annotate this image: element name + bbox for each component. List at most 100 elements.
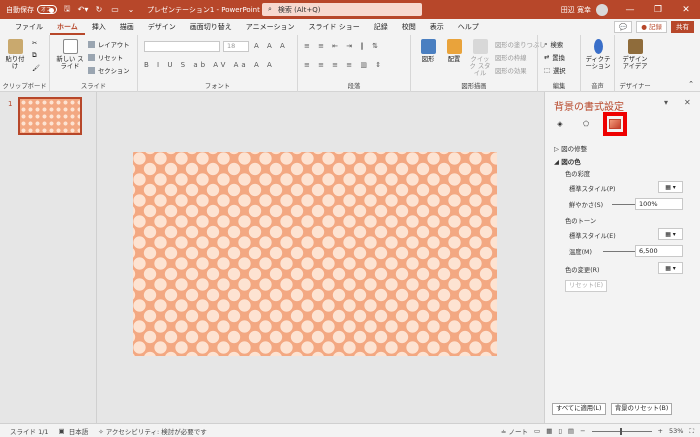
- design-ideas-button[interactable]: デザイン アイデア: [619, 39, 651, 70]
- font-size-buttons[interactable]: A A A: [254, 42, 288, 50]
- autosave-toggle[interactable]: 自動保存 オフ: [6, 5, 57, 15]
- temperature-slider[interactable]: [603, 251, 638, 252]
- picture-correction-section[interactable]: ▷ 図の修整: [554, 143, 587, 153]
- accessibility-icon: ✧: [98, 427, 106, 436]
- arrange-button[interactable]: 配置: [443, 39, 465, 63]
- tab-3[interactable]: 描画: [113, 19, 141, 35]
- apply-to-all-button[interactable]: すべてに適用(L): [552, 403, 606, 415]
- reset-background-button[interactable]: 背景のリセット(B): [611, 403, 673, 415]
- microphone-icon: [593, 39, 603, 54]
- reading-view-icon[interactable]: ▯: [558, 427, 562, 435]
- zoom-in-icon[interactable]: +: [658, 427, 663, 435]
- group-label: デザイナー: [619, 83, 651, 90]
- vividness-input[interactable]: 100%: [635, 198, 683, 210]
- arrange-icon: [446, 39, 462, 54]
- font-format-buttons[interactable]: B I U S ab AV Aa A A: [144, 61, 275, 69]
- picture-color-section[interactable]: ◢ 図の色: [554, 156, 581, 166]
- collapse-ribbon-icon[interactable]: ⌃: [688, 80, 694, 88]
- menu-right-controls: 💬 ● 記録 共有: [614, 21, 694, 33]
- tab-8[interactable]: 記録: [367, 19, 395, 35]
- zoom-level[interactable]: 53%: [669, 427, 683, 435]
- comments-button[interactable]: 💬: [614, 21, 633, 33]
- recolor-dropdown[interactable]: ▦ ▾: [658, 262, 683, 274]
- saturation-preset-dropdown[interactable]: ▦ ▾: [658, 181, 683, 193]
- pane-options-icon[interactable]: ▾: [664, 98, 668, 107]
- shape-outline-button[interactable]: 図形の枠線: [495, 53, 526, 62]
- shape-effects-button[interactable]: 図形の効果: [495, 66, 526, 75]
- slide-sorter-icon[interactable]: ▦: [546, 427, 552, 435]
- saturation-label: 色の彩度: [565, 171, 591, 178]
- section-button[interactable]: セクション: [88, 66, 129, 75]
- group-clipboard: 貼り付け ✂ ⧉ 🖌 クリップボード: [0, 35, 50, 92]
- effects-tab-icon[interactable]: ⬠: [579, 117, 593, 131]
- document-title: プレゼンテーション1 - PowerPoint: [147, 5, 260, 14]
- font-family-select[interactable]: [144, 41, 220, 52]
- picture-tab-icon[interactable]: [603, 112, 627, 136]
- group-label: 段落: [347, 83, 361, 90]
- find-button[interactable]: ⌕ 検索: [544, 40, 563, 50]
- align-buttons[interactable]: ≡ ≡ ≡ ≡ ▥ ⇕: [304, 61, 384, 69]
- list-buttons[interactable]: ≡ ≡ ⇤ ⇥ ‖ ⇅: [304, 42, 381, 50]
- record-button[interactable]: ● 記録: [636, 21, 667, 33]
- avatar[interactable]: [596, 3, 608, 16]
- ribbon-tabs: ファイル ホーム 挿入 描画 デザイン 画面切り替え アニメーション スライド ショー 記録 校閲…: [0, 19, 700, 35]
- quick-style-icon: [472, 39, 488, 54]
- tone-preset-dropdown[interactable]: ▦ ▾: [658, 228, 683, 240]
- redo-icon[interactable]: ↻: [93, 5, 105, 14]
- fit-slide-icon[interactable]: ⛶: [689, 427, 694, 436]
- customize-qat-icon[interactable]: ⌄: [125, 5, 137, 14]
- temperature-input[interactable]: 6,500: [635, 245, 683, 257]
- reset-button[interactable]: リセット: [88, 53, 123, 62]
- tab-9[interactable]: 校閲: [395, 19, 423, 35]
- undo-icon[interactable]: ↶▾: [77, 5, 89, 14]
- format-background-pane: 背景の書式設定 ▾ ✕ ◈ ⬠ ▷ 図の修整 ◢ 図の色 色の彩度 標準スタイル…: [544, 92, 700, 423]
- tab-4[interactable]: デザイン: [141, 19, 183, 35]
- tab-10[interactable]: 表示: [423, 19, 451, 35]
- user-name[interactable]: 田辺 寛幸: [561, 5, 591, 15]
- share-button[interactable]: 共有: [671, 21, 694, 33]
- normal-view-icon[interactable]: ▭: [534, 427, 540, 435]
- slide-thumbnail[interactable]: [18, 97, 82, 135]
- paste-icon: [7, 39, 23, 54]
- tab-2[interactable]: 挿入: [85, 19, 113, 35]
- slide-canvas[interactable]: [133, 152, 497, 356]
- restore-icon[interactable]: ❐: [644, 5, 672, 15]
- tab-6[interactable]: アニメーション: [239, 19, 302, 35]
- tab-11[interactable]: ヘルプ: [451, 19, 486, 35]
- pane-close-icon[interactable]: ✕: [684, 98, 691, 107]
- group-designer: デザイン アイデア デザイナー: [615, 35, 655, 92]
- quick-style-button[interactable]: クイック スタイル: [468, 39, 492, 77]
- proofing-icon[interactable]: ▣: [59, 427, 65, 435]
- search-box[interactable]: ⌕ 検索 (Alt+Q): [262, 3, 422, 16]
- tab-5[interactable]: 画面切り替え: [183, 19, 239, 35]
- accessibility-status[interactable]: ✧ アクセシビリティ: 検討が必要です: [98, 426, 207, 436]
- picture-reset-button[interactable]: リセット(E): [565, 280, 608, 292]
- slideshow-icon[interactable]: ▭: [109, 5, 121, 14]
- copy-icon[interactable]: ⧉: [32, 52, 37, 60]
- fill-tab-icon[interactable]: ◈: [553, 117, 567, 131]
- zoom-out-icon[interactable]: −: [580, 427, 585, 435]
- close-icon[interactable]: ✕: [672, 5, 700, 15]
- paste-button[interactable]: 貼り付け: [4, 39, 26, 70]
- new-slide-button[interactable]: 新しい スライド: [56, 39, 84, 70]
- layout-icon: [88, 41, 95, 48]
- select-button[interactable]: ⬚ 選択: [544, 66, 566, 75]
- save-icon[interactable]: 🖫: [61, 3, 73, 17]
- tab-0[interactable]: ファイル: [8, 19, 50, 35]
- slideshow-view-icon[interactable]: ▤: [568, 427, 574, 435]
- zoom-slider[interactable]: [591, 427, 652, 435]
- language-indicator[interactable]: 日本語: [69, 426, 89, 436]
- autosave-switch[interactable]: オフ: [37, 5, 57, 14]
- shape-button[interactable]: 図形: [417, 39, 439, 63]
- ribbon: 貼り付け ✂ ⧉ 🖌 クリップボード 新しい スライド レイアウト リセット セ…: [0, 35, 700, 92]
- minimize-icon[interactable]: —: [616, 5, 644, 15]
- tab-1[interactable]: ホーム: [50, 19, 85, 35]
- notes-button[interactable]: ≐ ノート: [501, 426, 528, 436]
- cut-icon[interactable]: ✂: [32, 40, 37, 47]
- replace-button[interactable]: ⇄ 置換: [544, 53, 565, 62]
- dictate-button[interactable]: ディクテーション: [583, 39, 613, 70]
- font-size-select[interactable]: 18: [223, 41, 249, 52]
- tab-7[interactable]: スライド ショー: [302, 19, 367, 35]
- layout-button[interactable]: レイアウト: [88, 40, 129, 49]
- format-painter-icon[interactable]: 🖌: [32, 64, 40, 72]
